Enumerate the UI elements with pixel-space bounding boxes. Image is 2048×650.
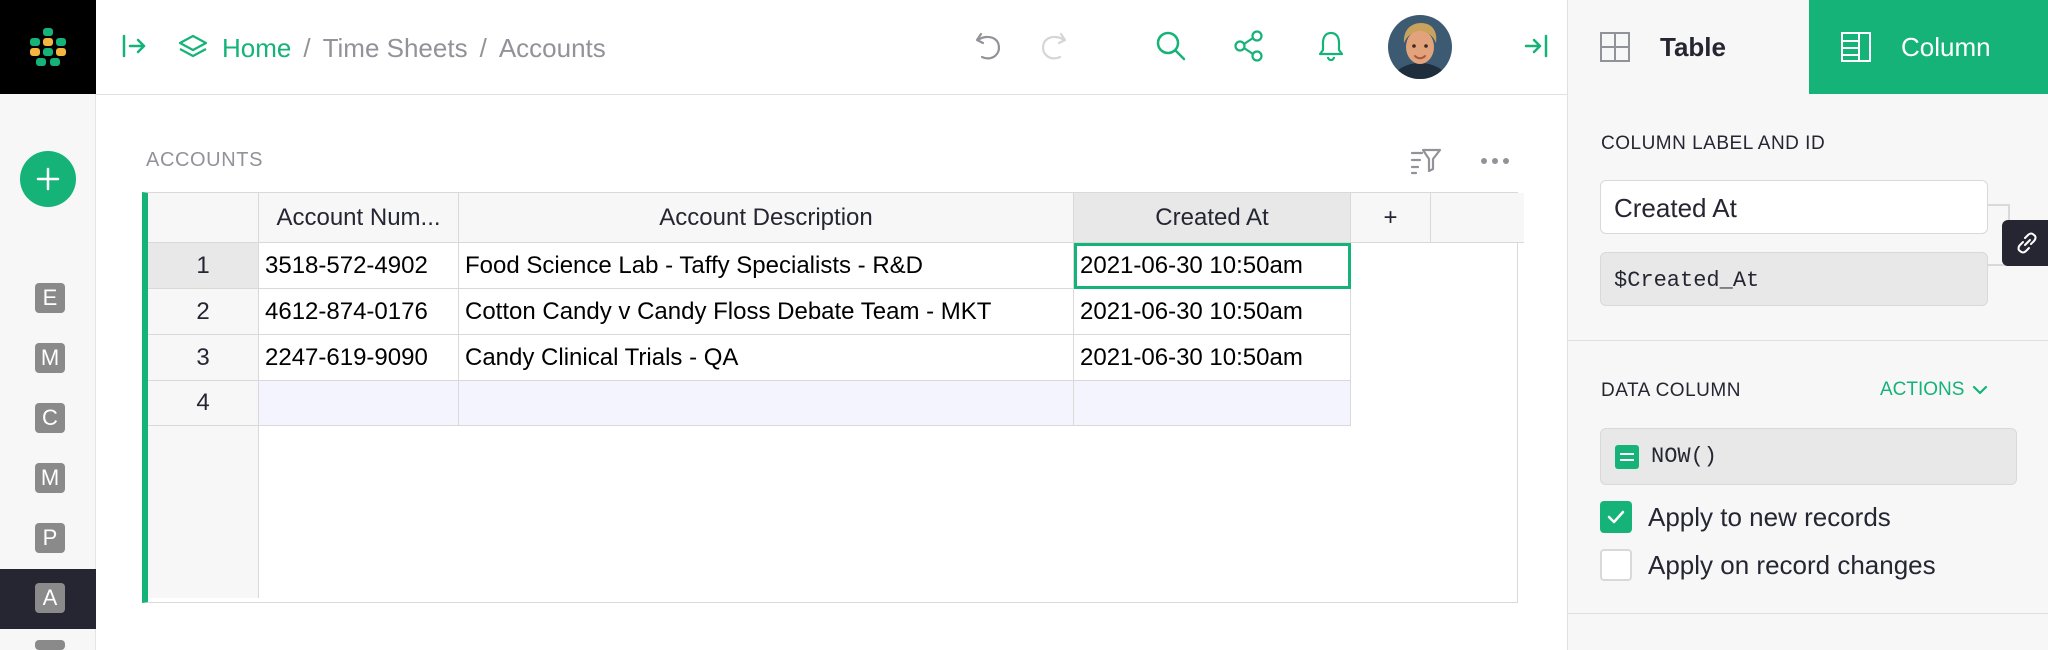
grid-cell[interactable]: Candy Clinical Trials - QA <box>459 335 1074 381</box>
formula-icon <box>1615 444 1639 469</box>
tab-column-label: Column <box>1901 31 1991 62</box>
formula-field[interactable]: NOW() <box>1600 428 2017 485</box>
panel-divider <box>1568 340 2048 341</box>
grid-cell[interactable]: 2021-06-30 10:50am <box>1074 289 1351 335</box>
left-rail: E M C M P A <box>0 0 96 650</box>
apply-record-changes-label: Apply on record changes <box>1648 549 1936 580</box>
grid-cell[interactable]: Cotton Candy v Candy Floss Debate Team -… <box>459 289 1074 335</box>
apply-new-records-checkbox[interactable] <box>1600 501 1632 533</box>
sort-filter-icon <box>1410 148 1442 175</box>
data-grid[interactable]: Account Num... Account Description Creat… <box>142 192 1524 603</box>
search-icon <box>1156 31 1186 61</box>
grid-cell[interactable]: 2021-06-30 10:50am <box>1074 335 1351 381</box>
avatar-image <box>1388 15 1452 79</box>
toggle-right-panel-button[interactable] <box>1516 26 1556 66</box>
page-item-p[interactable]: P <box>35 523 65 553</box>
row-number[interactable]: 1 <box>148 243 259 289</box>
apply-new-records-label: Apply to new records <box>1648 501 1891 532</box>
column-header-created-at[interactable]: Created At <box>1074 193 1351 243</box>
sort-filter-button[interactable] <box>1410 146 1446 176</box>
data-column-section-title: DATA COLUMN <box>1601 380 1741 401</box>
column-label-input[interactable]: Created At <box>1600 180 1988 234</box>
chevron-down-icon <box>1973 385 1988 395</box>
bell-icon <box>1318 31 1344 62</box>
panel-expand-icon <box>122 34 146 58</box>
apply-record-changes-option[interactable]: Apply on record changes <box>1600 548 1936 582</box>
page-item-m[interactable]: M <box>35 343 65 373</box>
actions-dropdown[interactable]: ACTIONS <box>1880 379 1988 401</box>
undo-icon <box>975 32 1000 60</box>
apply-new-records-option[interactable]: Apply to new records <box>1600 500 1891 534</box>
more-dots-icon <box>1481 158 1509 164</box>
checkmark-icon <box>1607 510 1625 524</box>
actions-label: ACTIONS <box>1880 379 1965 400</box>
section-title: ACCOUNTS <box>146 149 264 171</box>
grist-logo-icon <box>30 28 66 66</box>
apply-record-changes-checkbox[interactable] <box>1600 549 1632 581</box>
table-icon <box>1600 32 1630 62</box>
grid-cell[interactable]: 4612-874-0176 <box>259 289 459 335</box>
share-icon <box>1234 30 1263 62</box>
page-item-e[interactable]: E <box>35 283 65 313</box>
search-button[interactable] <box>1151 26 1191 66</box>
page-item-m2[interactable]: M <box>35 463 65 493</box>
breadcrumb-current-page[interactable]: Accounts <box>499 33 606 64</box>
top-bar: Home / Time Sheets / Accounts <box>96 0 1567 95</box>
column-label-section-title: COLUMN LABEL AND ID <box>1601 133 1826 154</box>
page-item-c[interactable]: C <box>35 403 65 433</box>
redo-icon <box>1042 32 1067 60</box>
panel-divider <box>1568 613 2048 614</box>
grid-cell[interactable]: 2247-619-9090 <box>259 335 459 381</box>
column-id-input[interactable]: $Created_At <box>1600 252 1988 306</box>
tab-column[interactable]: Column <box>1809 0 2048 94</box>
grid-corner[interactable] <box>148 193 259 243</box>
app-logo[interactable] <box>0 0 96 94</box>
breadcrumb-separator: / <box>303 32 311 63</box>
link-icon <box>2017 232 2037 254</box>
column-header-account-description[interactable]: Account Description <box>459 193 1074 243</box>
grid-cell-selected[interactable]: 2021-06-30 10:50am <box>1074 243 1351 289</box>
tab-table[interactable]: Table <box>1568 0 1809 94</box>
layers-icon <box>178 34 208 58</box>
page-item-a[interactable]: A <box>35 583 65 613</box>
breadcrumb: Home / Time Sheets / Accounts <box>176 28 606 68</box>
panel-collapse-icon <box>1524 34 1548 58</box>
column-icon <box>1841 32 1871 62</box>
new-row-cell[interactable] <box>259 381 459 426</box>
redo-button[interactable] <box>1033 26 1073 66</box>
share-button[interactable] <box>1229 26 1269 66</box>
add-column-button[interactable]: + <box>1351 193 1431 243</box>
column-header-account-number[interactable]: Account Num... <box>259 193 459 243</box>
breadcrumb-time-sheets[interactable]: Time Sheets <box>323 33 468 64</box>
tab-table-label: Table <box>1660 31 1726 62</box>
new-row-number[interactable]: 4 <box>148 381 259 426</box>
link-label-id-button[interactable] <box>2002 220 2048 266</box>
expand-left-panel-button[interactable] <box>114 26 154 66</box>
section-menu-button[interactable] <box>1478 146 1512 176</box>
row-number[interactable]: 2 <box>148 289 259 335</box>
undo-button[interactable] <box>969 26 1009 66</box>
row-gutter <box>148 426 259 598</box>
plus-icon <box>36 167 60 191</box>
add-new-button[interactable] <box>20 151 76 207</box>
breadcrumb-separator: / <box>479 32 487 63</box>
grid-cell[interactable]: Food Science Lab - Taffy Specialists - R… <box>459 243 1074 289</box>
grid-cell[interactable]: 3518-572-4902 <box>259 243 459 289</box>
formula-text: NOW() <box>1651 444 1718 469</box>
page-item-partial[interactable] <box>35 640 65 650</box>
notifications-button[interactable] <box>1311 26 1351 66</box>
header-filler <box>1431 193 1524 243</box>
right-panel: Table Column COLUMN LABEL AND ID Created… <box>1567 0 2048 650</box>
row-number[interactable]: 3 <box>148 335 259 381</box>
breadcrumb-home[interactable]: Home <box>222 33 291 64</box>
new-row-cell[interactable] <box>1074 381 1351 426</box>
new-row-cell[interactable] <box>459 381 1074 426</box>
user-avatar[interactable] <box>1388 15 1452 79</box>
